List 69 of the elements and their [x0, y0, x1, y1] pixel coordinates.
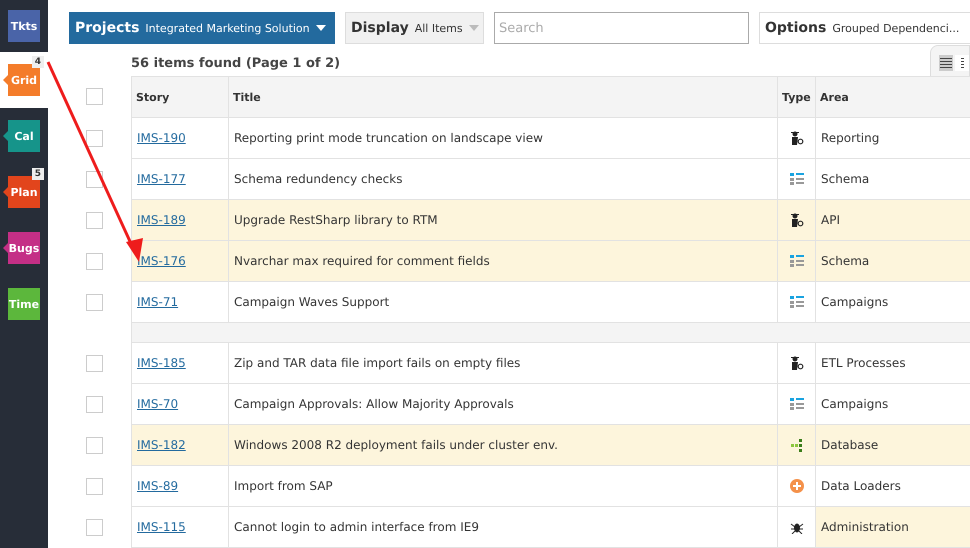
story-link[interactable]: IMS-185 — [137, 356, 186, 370]
table-cell: Reporting print mode truncation on landscape view — [228, 118, 777, 159]
table-cell: Schema — [815, 241, 970, 282]
row-checkbox[interactable] — [86, 130, 103, 146]
display-dropdown[interactable]: Display All Items — [345, 12, 484, 44]
lines-icon — [960, 58, 964, 68]
lines-icon — [940, 58, 952, 68]
table-cell: Reporting — [815, 118, 970, 159]
story-link[interactable]: IMS-176 — [137, 254, 186, 268]
person-magnifier-icon — [790, 131, 804, 145]
caret-icon — [468, 25, 479, 31]
select-all-checkbox[interactable] — [86, 88, 103, 104]
list-icon — [790, 296, 804, 308]
table-cell: Cannot login to admin interface from IE9 — [228, 507, 777, 548]
story-link[interactable]: IMS-189 — [137, 213, 186, 227]
list-view-button[interactable] — [939, 55, 953, 71]
compact-view-button[interactable] — [955, 55, 969, 71]
story-link[interactable]: IMS-177 — [137, 172, 186, 186]
sidebar-item[interactable]: Plan — [3, 176, 40, 208]
row-checkbox[interactable] — [86, 354, 103, 372]
table-cell: Schema — [815, 159, 970, 200]
story-link[interactable]: IMS-182 — [137, 438, 186, 452]
table-cell: Schema redundency checks — [228, 159, 777, 200]
count-badge: 5 — [32, 168, 44, 180]
results-summary: 56 items found (Page 1 of 2) — [131, 56, 340, 73]
row-checkbox[interactable] — [86, 212, 103, 228]
table-cell: Campaigns — [815, 282, 970, 323]
table-cell: Nvarchar max required for comment fields — [228, 241, 777, 282]
story-link[interactable]: IMS-71 — [137, 295, 178, 309]
table-cell: Campaign Approvals: Allow Majority Approvals — [228, 384, 777, 425]
search-field[interactable]: Search — [494, 12, 749, 44]
options-dropdown[interactable]: Options Grouped Dependenci... — [759, 12, 970, 44]
story-link[interactable]: IMS-190 — [137, 131, 186, 145]
table-cell: Import from SAP — [228, 466, 777, 507]
projects-dropdown[interactable]: Projects Integrated Marketing Solution — [69, 12, 335, 44]
caret-icon — [316, 25, 326, 31]
plus-circle-icon — [790, 479, 804, 493]
person-magnifier-icon — [790, 356, 804, 370]
dots-icon — [790, 438, 802, 452]
row-checkbox[interactable] — [86, 436, 103, 454]
sidebar-item[interactable]: Bugs — [3, 232, 40, 264]
row-checkbox[interactable] — [86, 252, 103, 270]
column-header: Area — [815, 76, 970, 118]
table-cell: Database — [815, 425, 970, 466]
table-cell: Campaign Waves Support — [228, 282, 777, 323]
table-cell: Data Loaders — [815, 466, 970, 507]
list-icon — [790, 255, 804, 267]
sidebar-item[interactable]: Cal — [3, 120, 40, 152]
column-header: Story — [131, 76, 228, 118]
count-badge: 4 — [32, 56, 44, 68]
column-header: Type — [777, 76, 815, 118]
row-checkbox[interactable] — [86, 518, 103, 536]
table-cell: ETL Processes — [815, 343, 970, 384]
story-link[interactable]: IMS-70 — [137, 397, 178, 411]
column-header: Title — [228, 76, 777, 118]
story-link[interactable]: IMS-89 — [137, 479, 178, 493]
table-cell: Administration — [815, 507, 970, 548]
table-cell: Upgrade RestSharp library to RTM — [228, 200, 777, 241]
row-checkbox[interactable] — [86, 478, 103, 494]
table-cell: API — [815, 200, 970, 241]
table-cell: Windows 2008 R2 deployment fails under cluster env. — [228, 425, 777, 466]
person-magnifier-icon — [790, 213, 804, 227]
table-cell: Zip and TAR data file import fails on empty files — [228, 343, 777, 384]
row-checkbox[interactable] — [86, 396, 103, 412]
row-checkbox[interactable] — [86, 294, 103, 310]
list-icon — [790, 173, 804, 185]
story-link[interactable]: IMS-115 — [137, 520, 186, 534]
list-icon — [790, 398, 804, 410]
table-cell: Campaigns — [815, 384, 970, 425]
